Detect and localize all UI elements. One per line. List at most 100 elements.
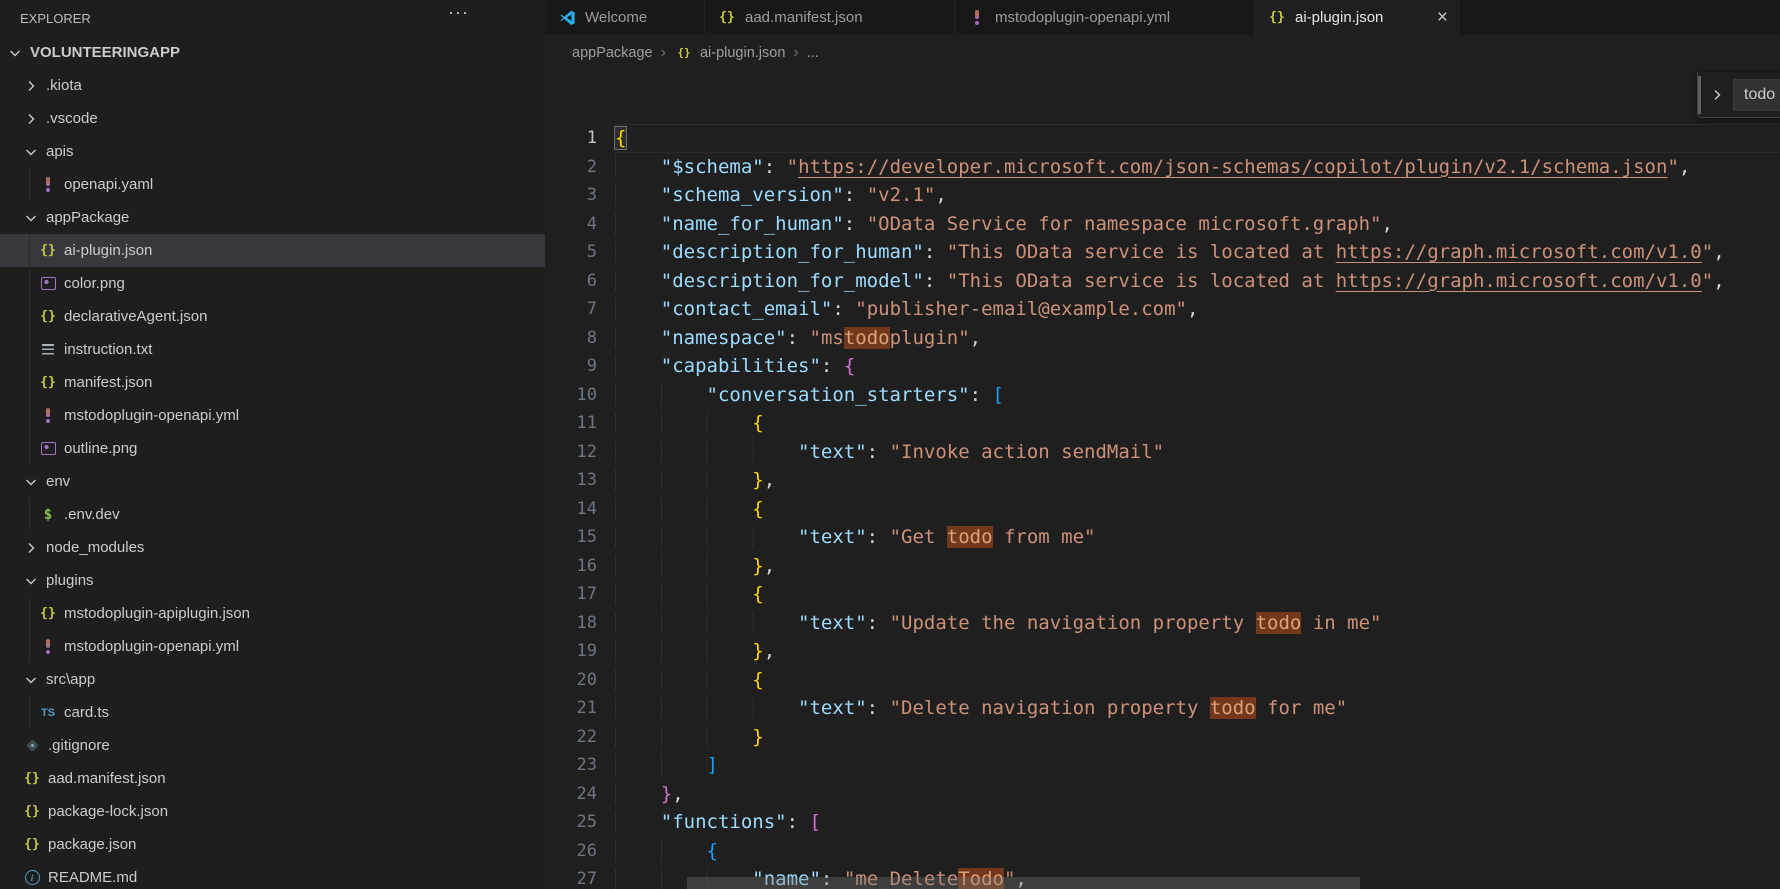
- line-number[interactable]: 22: [545, 723, 597, 752]
- line-number[interactable]: 10: [545, 381, 597, 410]
- code-line[interactable]: 11 {: [545, 409, 1780, 438]
- tree-item-gitignore[interactable]: .gitignore: [0, 729, 545, 762]
- tree-item-color-png[interactable]: color.png: [0, 267, 545, 300]
- breadcrumb-item-apppackage[interactable]: appPackage: [572, 45, 653, 61]
- tree-item-ai-plugin-json[interactable]: ai-plugin.json: [0, 234, 545, 267]
- find-input[interactable]: [1733, 78, 1780, 111]
- line-number[interactable]: 7: [545, 295, 597, 324]
- tab-welcome[interactable]: Welcome: [545, 0, 705, 35]
- code-line[interactable]: 12 "text": "Invoke action sendMail": [545, 438, 1780, 467]
- line-number[interactable]: 24: [545, 780, 597, 809]
- tree-item-readme-md[interactable]: README.md: [0, 861, 545, 889]
- code-line[interactable]: 13 },: [545, 466, 1780, 495]
- code-line[interactable]: 19 },: [545, 637, 1780, 666]
- code-line[interactable]: 10 "conversation_starters": [: [545, 381, 1780, 410]
- tree-item-outline-png[interactable]: outline.png: [0, 432, 545, 465]
- tree-root-volunteeringapp[interactable]: VOLUNTEERINGAPP: [0, 36, 545, 69]
- line-number[interactable]: 14: [545, 495, 597, 524]
- json-icon: [22, 769, 42, 789]
- line-number[interactable]: 6: [545, 267, 597, 296]
- code-line[interactable]: 5 "description_for_human": "This OData s…: [545, 238, 1780, 267]
- code-line[interactable]: 9 "capabilities": {: [545, 352, 1780, 381]
- tab-mstodoplugin-openapi-yml[interactable]: mstodoplugin-openapi.yml: [955, 0, 1255, 35]
- ts-icon: [38, 703, 58, 723]
- line-number[interactable]: 27: [545, 865, 597, 889]
- tree-item-manifest-json[interactable]: manifest.json: [0, 366, 545, 399]
- tree-item-env[interactable]: env: [0, 465, 545, 498]
- code-line[interactable]: 18 "text": "Update the navigation proper…: [545, 609, 1780, 638]
- code-line[interactable]: 3 "schema_version": "v2.1",: [545, 181, 1780, 210]
- find-widget-resize-handle[interactable]: [1698, 76, 1701, 114]
- line-number[interactable]: 23: [545, 751, 597, 780]
- code-line[interactable]: 1{: [545, 124, 1780, 153]
- line-number[interactable]: 3: [545, 181, 597, 210]
- code-line[interactable]: 17 {: [545, 580, 1780, 609]
- code-line[interactable]: 22 }: [545, 723, 1780, 752]
- tree-item-declarativeagent-json[interactable]: declarativeAgent.json: [0, 300, 545, 333]
- tab-ai-plugin-json[interactable]: ai-plugin.json ×: [1255, 0, 1460, 35]
- line-number[interactable]: 26: [545, 837, 597, 866]
- tree-item-instruction-txt[interactable]: instruction.txt: [0, 333, 545, 366]
- tree-item-kiota[interactable]: .kiota: [0, 69, 545, 102]
- line-number[interactable]: 21: [545, 694, 597, 723]
- breadcrumb-item-[interactable]: ...: [807, 45, 819, 61]
- breadcrumb-item-ai-plugin-json[interactable]: ai-plugin.json: [674, 43, 785, 63]
- line-number[interactable]: 8: [545, 324, 597, 353]
- line-number[interactable]: 16: [545, 552, 597, 581]
- editor[interactable]: 1{2 "$schema": "https://developer.micros…: [545, 70, 1780, 889]
- code-line[interactable]: 2 "$schema": "https://developer.microsof…: [545, 153, 1780, 182]
- close-icon[interactable]: ×: [1437, 8, 1448, 27]
- code-line[interactable]: 15 "text": "Get todo from me": [545, 523, 1780, 552]
- tree-item-mstodoplugin-apiplugin-json[interactable]: mstodoplugin-apiplugin.json: [0, 597, 545, 630]
- code-line[interactable]: 7 "contact_email": "publisher-email@exam…: [545, 295, 1780, 324]
- tree-item-apppackage[interactable]: appPackage: [0, 201, 545, 234]
- code-line[interactable]: 8 "namespace": "mstodoplugin",: [545, 324, 1780, 353]
- tree-item-env-dev[interactable]: .env.dev: [0, 498, 545, 531]
- code-line[interactable]: 25 "functions": [: [545, 808, 1780, 837]
- line-number[interactable]: 13: [545, 466, 597, 495]
- chevron-right-icon[interactable]: [1708, 86, 1726, 104]
- tree-item-openapi-yaml[interactable]: openapi.yaml: [0, 168, 545, 201]
- code-line[interactable]: 26 {: [545, 837, 1780, 866]
- tree-item-package-lock-json[interactable]: package-lock.json: [0, 795, 545, 828]
- code-line[interactable]: 20 {: [545, 666, 1780, 695]
- json-key: "$schema": [660, 155, 764, 178]
- code-line[interactable]: 14 {: [545, 495, 1780, 524]
- line-number[interactable]: 9: [545, 352, 597, 381]
- punctuation: ,: [969, 326, 982, 349]
- ellipsis-icon[interactable]: ···: [448, 2, 469, 23]
- line-number[interactable]: 11: [545, 409, 597, 438]
- code-line[interactable]: 4 "name_for_human": "OData Service for n…: [545, 210, 1780, 239]
- line-number[interactable]: 4: [545, 210, 597, 239]
- horizontal-scrollbar[interactable]: [687, 877, 1360, 889]
- line-number[interactable]: 12: [545, 438, 597, 467]
- line-number[interactable]: 17: [545, 580, 597, 609]
- json-key: "description_for_model": [660, 269, 924, 292]
- code-line[interactable]: 21 "text": "Delete navigation property t…: [545, 694, 1780, 723]
- tree-item-package-json[interactable]: package.json: [0, 828, 545, 861]
- line-number[interactable]: 15: [545, 523, 597, 552]
- code-line[interactable]: 23 ]: [545, 751, 1780, 780]
- tree-item-mstodoplugin-openapi-yml[interactable]: mstodoplugin-openapi.yml: [0, 399, 545, 432]
- tree-item-vscode[interactable]: .vscode: [0, 102, 545, 135]
- code-line[interactable]: 24 },: [545, 780, 1780, 809]
- tab-aad-manifest-json[interactable]: aad.manifest.json: [705, 0, 955, 35]
- tree-item-src-app[interactable]: src\app: [0, 663, 545, 696]
- tree-item-plugins[interactable]: plugins: [0, 564, 545, 597]
- line-number[interactable]: 20: [545, 666, 597, 695]
- tree-item-node-modules[interactable]: node_modules: [0, 531, 545, 564]
- code-line[interactable]: 16 },: [545, 552, 1780, 581]
- tree-item-mstodoplugin-openapi-yml[interactable]: mstodoplugin-openapi.yml: [0, 630, 545, 663]
- code-line[interactable]: 6 "description_for_model": "This OData s…: [545, 267, 1780, 296]
- line-number[interactable]: 5: [545, 238, 597, 267]
- line-number[interactable]: 18: [545, 609, 597, 638]
- tree-item-card-ts[interactable]: card.ts: [0, 696, 545, 729]
- line-number[interactable]: 19: [545, 637, 597, 666]
- line-number[interactable]: 1: [545, 124, 597, 153]
- bracket: }: [752, 725, 764, 748]
- tree-item-aad-manifest-json[interactable]: aad.manifest.json: [0, 762, 545, 795]
- line-number[interactable]: 25: [545, 808, 597, 837]
- string-value: ": [1667, 155, 1679, 178]
- line-number[interactable]: 2: [545, 153, 597, 182]
- tree-item-apis[interactable]: apis: [0, 135, 545, 168]
